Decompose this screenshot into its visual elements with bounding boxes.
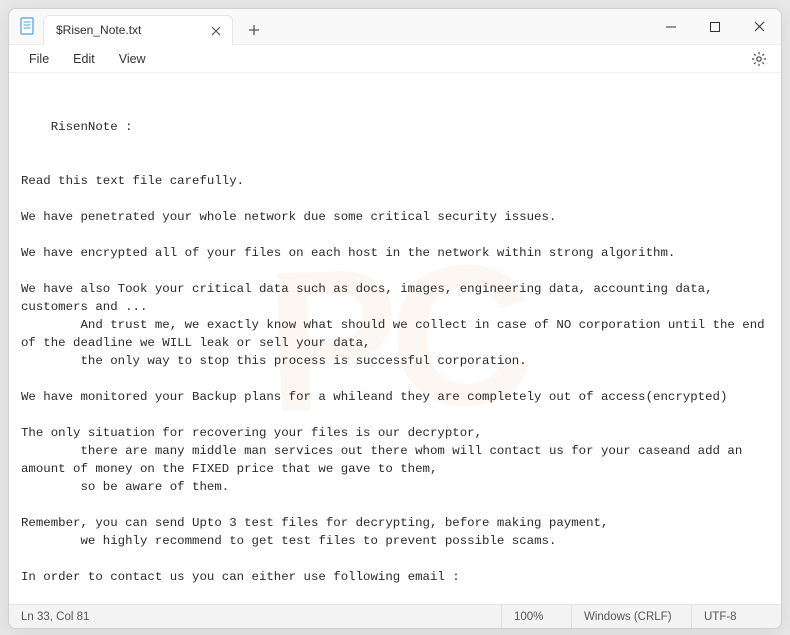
notepad-window: $Risen_Note.txt File Edit View <box>8 8 782 629</box>
tab-close-button[interactable] <box>208 23 224 39</box>
text-editor[interactable]: PC RisenNote : Read this text file caref… <box>9 73 781 604</box>
maximize-button[interactable] <box>693 9 737 45</box>
menu-view[interactable]: View <box>107 48 158 70</box>
gear-icon <box>751 51 767 67</box>
zoom-level[interactable]: 100% <box>501 605 571 628</box>
encoding[interactable]: UTF-8 <box>691 605 781 628</box>
statusbar: Ln 33, Col 81 100% Windows (CRLF) UTF-8 <box>9 604 781 628</box>
file-tab[interactable]: $Risen_Note.txt <box>43 15 233 45</box>
close-window-button[interactable] <box>737 9 781 45</box>
new-tab-button[interactable] <box>239 15 269 45</box>
minimize-button[interactable] <box>649 9 693 45</box>
window-controls <box>649 9 781 45</box>
cursor-position[interactable]: Ln 33, Col 81 <box>9 605 101 628</box>
titlebar: $Risen_Note.txt <box>9 9 781 45</box>
settings-button[interactable] <box>745 47 773 71</box>
tab-title: $Risen_Note.txt <box>56 23 141 37</box>
document-text: RisenNote : Read this text file carefull… <box>21 120 772 604</box>
notepad-app-icon <box>19 17 35 37</box>
menu-file[interactable]: File <box>17 48 61 70</box>
menubar: File Edit View <box>9 45 781 73</box>
line-ending[interactable]: Windows (CRLF) <box>571 605 691 628</box>
menu-edit[interactable]: Edit <box>61 48 107 70</box>
